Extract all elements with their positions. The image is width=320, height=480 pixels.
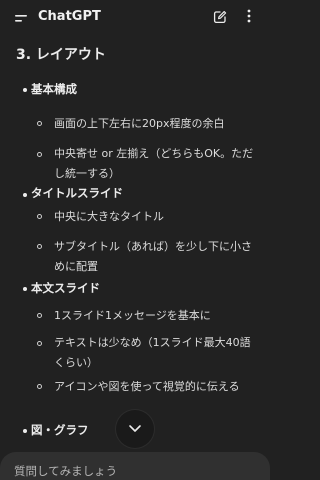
list-heading: 基本構成 — [31, 82, 77, 96]
sub-bullet-icon — [37, 313, 42, 318]
scroll-to-bottom-button[interactable] — [116, 410, 154, 448]
list-item: 中央に大きなタイトル — [54, 210, 164, 223]
bullet-icon — [23, 429, 27, 433]
section-heading: 3. レイアウト — [16, 47, 106, 63]
app-title[interactable]: ChatGPT — [38, 8, 101, 25]
bullet-icon — [23, 88, 27, 92]
edit-icon[interactable] — [213, 9, 227, 24]
list-item: アイコンや図を使って視覚的に伝える — [54, 380, 240, 393]
chevron-down-icon — [129, 425, 141, 432]
message-composer — [0, 452, 270, 480]
list-item: 1スライド1メッセージを基本に — [54, 309, 211, 322]
list-item: テキストは少なめ（1スライド最大40語くらい） — [54, 336, 251, 369]
list-item: サブタイトル（あれば）を少し下に小さめに配置 — [54, 240, 252, 273]
bullet-icon — [23, 193, 27, 197]
sub-bullet-icon — [37, 121, 42, 126]
message-input[interactable] — [14, 462, 244, 480]
menu-icon[interactable] — [14, 10, 28, 24]
list-item: 中央寄せ or 左揃え（どちらもOK。ただし統一する） — [54, 147, 254, 180]
sub-bullet-icon — [37, 214, 42, 219]
list-item: 画面の上下左右に20px程度の余白 — [54, 117, 225, 130]
sub-bullet-icon — [37, 341, 42, 346]
sub-bullet-icon — [37, 384, 42, 389]
bullet-icon — [23, 287, 27, 291]
list-heading: 本文スライド — [31, 281, 100, 295]
more-vertical-icon[interactable] — [244, 8, 254, 24]
sub-bullet-icon — [37, 152, 42, 157]
list-heading: 図・グラフ — [31, 423, 89, 437]
top-bar: ChatGPT — [0, 0, 270, 34]
sub-bullet-icon — [37, 244, 42, 249]
list-heading: タイトルスライド — [31, 186, 123, 200]
chat-screen: ChatGPT 3. レイアウト 基本構成 画面の上下左右に20px程度の余白 … — [0, 0, 270, 480]
